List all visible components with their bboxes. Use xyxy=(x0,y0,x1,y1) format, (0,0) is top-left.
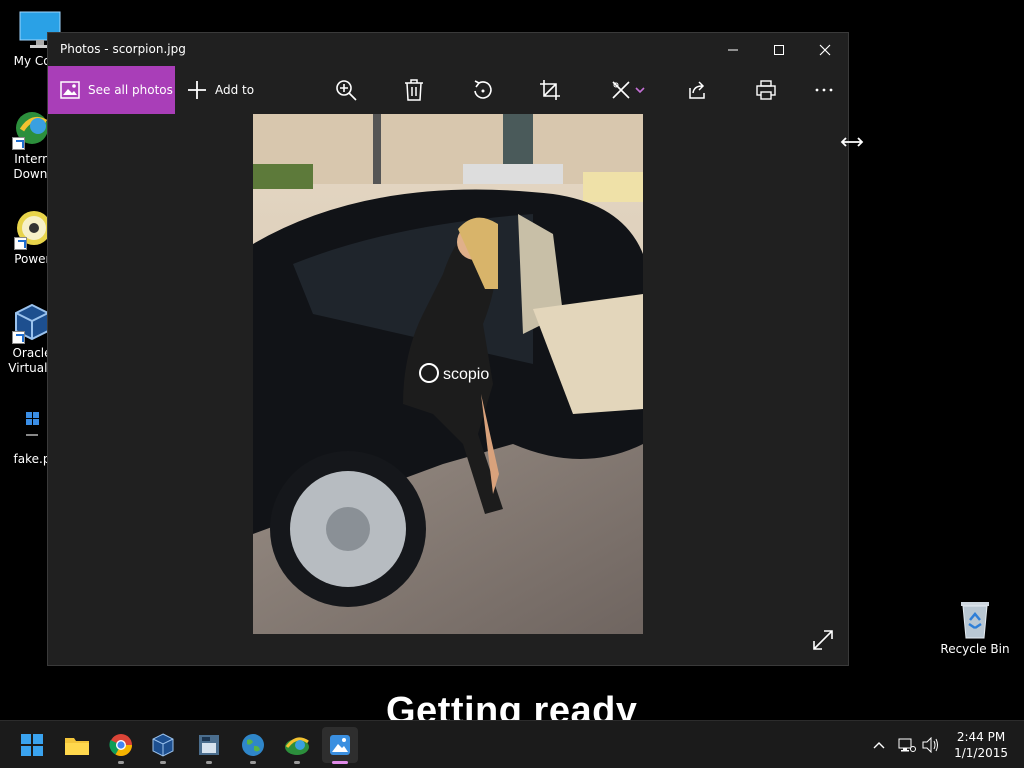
close-icon xyxy=(819,44,831,55)
start-icon xyxy=(21,734,43,756)
idm-icon xyxy=(285,737,309,755)
svg-text:scopio: scopio xyxy=(443,366,489,383)
taskbar-idm[interactable] xyxy=(279,727,315,764)
photo-image: scopio xyxy=(253,114,643,634)
rotate-button[interactable] xyxy=(470,78,494,102)
desktop-icon-recycle-bin[interactable]: Recycle Bin xyxy=(937,598,1013,657)
virtualbox-icon xyxy=(12,302,52,344)
print-button[interactable] xyxy=(754,78,778,102)
window-title: Photos - scorpion.jpg xyxy=(60,42,186,56)
see-all-photos-button[interactable]: See all photos xyxy=(48,66,175,114)
internet-download-manager-icon xyxy=(12,108,52,150)
virtualbox-icon xyxy=(152,733,174,757)
minimize-icon xyxy=(728,49,738,50)
chevron-up-icon xyxy=(873,742,885,749)
desktop-icon-label: Recycle Bin xyxy=(940,642,1010,656)
running-indicator xyxy=(118,761,124,764)
running-indicator xyxy=(206,761,212,764)
speaker-icon xyxy=(922,737,938,753)
clock[interactable]: 2:44 PM 1/1/2015 xyxy=(954,729,1008,761)
network-icon xyxy=(898,738,916,752)
rotate-icon xyxy=(474,80,492,99)
more-options-button[interactable] xyxy=(812,78,836,102)
running-indicator xyxy=(332,761,348,764)
edit-button[interactable] xyxy=(611,78,651,102)
title-bar[interactable]: Photos - scorpion.jpg xyxy=(48,33,848,66)
close-button[interactable] xyxy=(802,33,848,66)
file-explorer-icon xyxy=(65,738,89,755)
photos-icon xyxy=(330,735,350,755)
more-icon xyxy=(815,88,833,92)
delete-button[interactable] xyxy=(402,78,426,102)
edit-icon xyxy=(612,81,630,99)
resize-cursor-icon xyxy=(840,134,864,150)
see-all-photos-label: See all photos xyxy=(88,83,173,97)
clock-date: 1/1/2015 xyxy=(954,746,1008,760)
zoom-in-button[interactable] xyxy=(334,78,358,102)
running-indicator xyxy=(294,761,300,764)
chrome-icon xyxy=(109,734,132,756)
photos-window[interactable]: Photos - scorpion.jpg See all photos Add… xyxy=(47,32,849,666)
volume-button[interactable] xyxy=(920,721,942,768)
expand-icon xyxy=(813,630,833,650)
maximize-icon xyxy=(774,44,784,55)
plus-icon xyxy=(188,81,206,99)
running-indicator xyxy=(250,761,256,764)
clock-time: 2:44 PM xyxy=(956,730,1006,744)
start-button[interactable] xyxy=(14,727,50,763)
share-button[interactable] xyxy=(686,78,710,102)
shortcut-arrow-icon xyxy=(12,331,25,344)
taskbar-photos[interactable] xyxy=(322,727,358,764)
zoom-in-icon xyxy=(336,80,357,101)
globe-icon xyxy=(242,734,264,756)
taskbar-chrome[interactable] xyxy=(103,727,139,764)
taskbar: 2:44 PM 1/1/2015 xyxy=(0,720,1024,768)
add-to-label: Add to xyxy=(215,83,255,97)
shortcut-arrow-icon xyxy=(12,137,25,150)
gallery-icon xyxy=(60,81,80,99)
taskbar-globe-app[interactable] xyxy=(235,727,271,764)
running-indicator xyxy=(160,761,166,764)
chevron-down-icon xyxy=(635,87,645,94)
taskbar-virtualbox[interactable] xyxy=(145,727,181,764)
shortcut-arrow-icon xyxy=(14,237,27,250)
file-icon xyxy=(12,408,52,448)
photos-toolbar: See all photos Add to xyxy=(48,66,848,114)
show-hidden-icons-button[interactable] xyxy=(868,721,890,768)
minimize-button[interactable] xyxy=(710,33,756,66)
print-icon xyxy=(756,80,776,100)
crop-button[interactable] xyxy=(538,78,562,102)
share-icon xyxy=(689,81,705,99)
recycle-bin-icon xyxy=(955,598,995,639)
taskbar-app[interactable] xyxy=(191,727,227,764)
taskbar-file-explorer[interactable] xyxy=(59,727,95,763)
add-to-button[interactable]: Add to xyxy=(187,66,254,114)
app-icon xyxy=(199,735,219,755)
photo-view[interactable]: scopio xyxy=(253,114,643,634)
full-screen-button[interactable] xyxy=(812,629,834,651)
crop-icon xyxy=(540,80,560,100)
network-button[interactable] xyxy=(896,721,918,768)
maximize-button[interactable] xyxy=(756,33,802,66)
delete-icon xyxy=(405,79,423,101)
